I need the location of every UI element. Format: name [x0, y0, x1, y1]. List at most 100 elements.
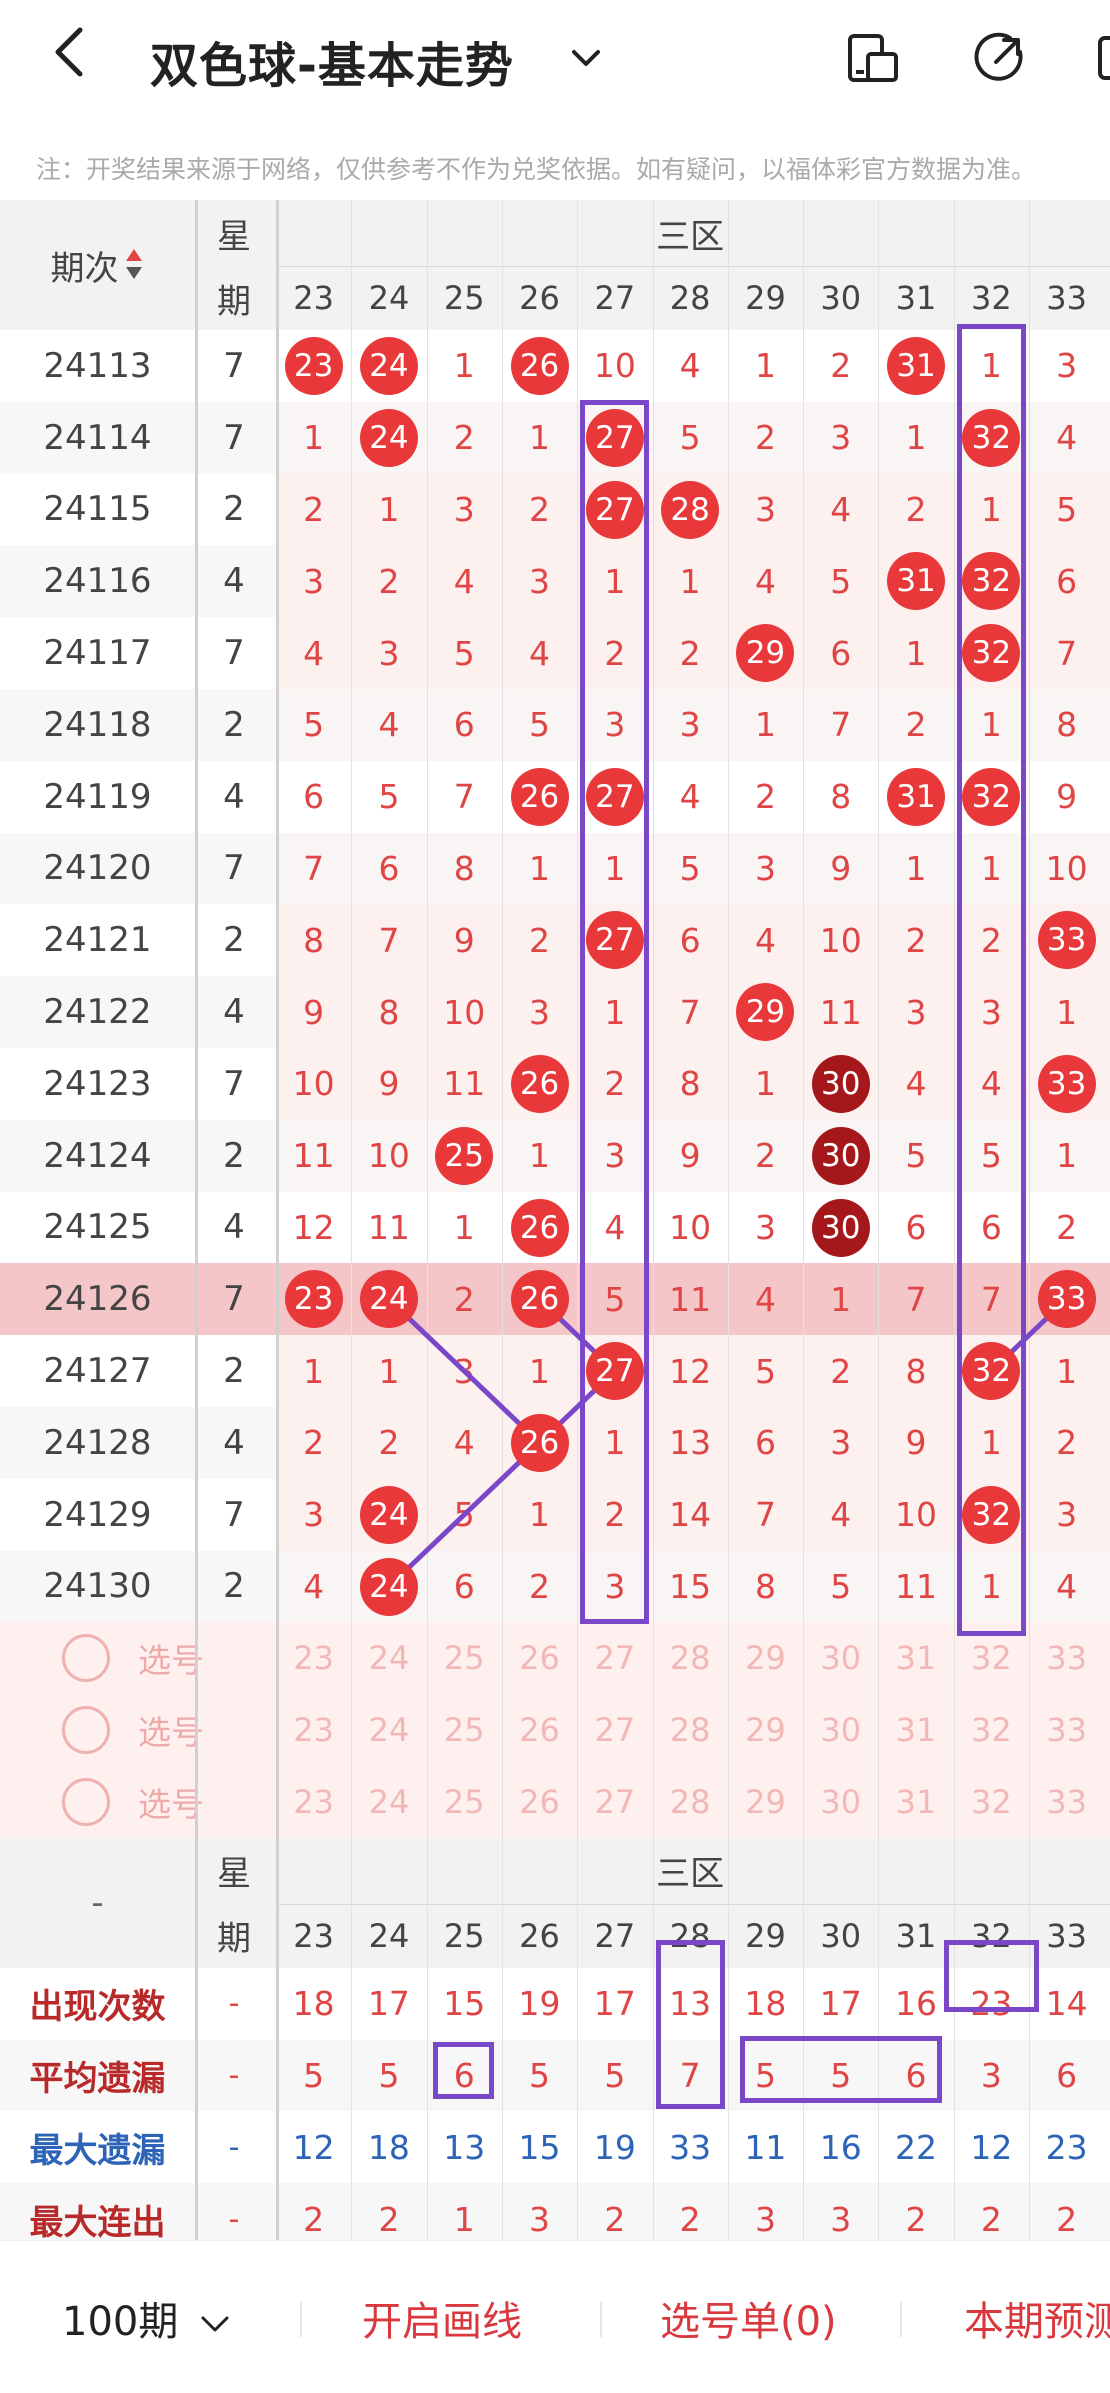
device-toggle-button[interactable]	[844, 30, 902, 88]
miss-count-cell: 1	[529, 1136, 551, 1176]
select-label[interactable]: 选号	[116, 1622, 226, 1694]
period-header-label: 期次	[50, 248, 119, 289]
miss-count-cell: 5	[905, 1136, 927, 1176]
period-cell: 24123	[43, 1063, 152, 1104]
miss-count-cell: 10	[895, 1495, 938, 1535]
miss-count-cell: 10	[443, 992, 486, 1032]
select-number[interactable]: 27	[577, 1766, 652, 1838]
weekday-cell: 4	[223, 992, 245, 1033]
select-number[interactable]: 31	[878, 1766, 953, 1838]
select-number[interactable]: 25	[427, 1766, 502, 1838]
page-title[interactable]: 双色球-基本走势	[150, 26, 514, 96]
miss-count-cell: 12	[292, 1207, 335, 1247]
miss-count-cell: 2	[905, 705, 927, 745]
select-number[interactable]: 28	[653, 1622, 728, 1694]
period-selector[interactable]: 100期	[62, 2289, 233, 2347]
select-number[interactable]: 26	[502, 1694, 577, 1766]
period-header[interactable]: 期次	[0, 200, 195, 330]
forecast-button[interactable]: 本期预测	[964, 2289, 1110, 2347]
select-number[interactable]: 28	[653, 1694, 728, 1766]
miss-count-cell: 8	[679, 1064, 701, 1104]
miss-count-cell: 8	[830, 777, 852, 817]
miss-count-cell: 10	[593, 346, 636, 386]
annotation-box	[432, 2041, 494, 2100]
stats-cell: 18	[744, 1984, 787, 2024]
miss-count-cell: 3	[830, 1423, 852, 1463]
miss-count-cell: 7	[754, 1495, 776, 1535]
select-number[interactable]: 26	[502, 1766, 577, 1838]
stats-cell: 2	[604, 2199, 626, 2239]
select-number[interactable]: 29	[728, 1622, 803, 1694]
select-number[interactable]: 33	[1029, 1622, 1104, 1694]
back-button[interactable]	[50, 22, 110, 92]
stats-cell: 13	[443, 2127, 486, 2167]
select-number[interactable]: 23	[276, 1766, 351, 1838]
miss-count-cell: 14	[669, 1495, 712, 1535]
select-number[interactable]: 29	[728, 1766, 803, 1838]
select-number[interactable]: 29	[728, 1694, 803, 1766]
select-label[interactable]: 选号	[116, 1766, 226, 1838]
select-number[interactable]: 30	[803, 1694, 878, 1766]
miss-count-cell: 4	[754, 920, 776, 960]
miss-count-cell: 4	[679, 346, 701, 386]
select-number[interactable]: 24	[351, 1694, 426, 1766]
title-dropdown-button[interactable]	[566, 38, 606, 78]
column-header: 24	[368, 279, 410, 317]
select-radio[interactable]	[62, 1634, 110, 1683]
select-number[interactable]: 33	[1029, 1694, 1104, 1766]
miss-count-cell: 5	[378, 777, 400, 817]
select-number[interactable]: 26	[502, 1622, 577, 1694]
miss-count-cell: 3	[529, 992, 551, 1032]
drawn-ball: 32	[962, 408, 1021, 467]
miss-count-cell: 2	[905, 920, 927, 960]
select-number[interactable]: 24	[351, 1766, 426, 1838]
period-cell: 24115	[43, 489, 152, 530]
miss-count-cell: 2	[453, 1279, 475, 1319]
pick-list-button[interactable]: 选号单(0)	[660, 2289, 837, 2347]
select-number[interactable]: 33	[1029, 1766, 1104, 1838]
select-number[interactable]: 24	[351, 1622, 426, 1694]
select-number[interactable]: 32	[954, 1694, 1029, 1766]
zone-label: 三区	[656, 1854, 725, 1895]
select-number[interactable]: 27	[577, 1622, 652, 1694]
miss-count-cell: 1	[378, 489, 400, 529]
select-number[interactable]: 31	[878, 1694, 953, 1766]
more-button[interactable]	[1096, 30, 1110, 88]
select-radio[interactable]	[62, 1777, 110, 1826]
draw-line-button[interactable]: 开启画线	[362, 2289, 522, 2347]
select-number[interactable]: 25	[427, 1694, 502, 1766]
weekday-cell: 2	[223, 1135, 245, 1176]
miss-count-cell: 2	[754, 418, 776, 458]
miss-count-cell: 4	[1056, 1566, 1078, 1606]
drawn-ball: 24	[359, 408, 418, 467]
stats-weekday-cell: -	[228, 2057, 240, 2093]
column-header: 31	[895, 1916, 937, 1955]
miss-count-cell: 8	[303, 920, 325, 960]
miss-count-cell: 11	[292, 1136, 335, 1176]
miss-count-cell: 1	[754, 1064, 776, 1104]
drawn-ball: 33	[1037, 1054, 1096, 1113]
stats-cell: 14	[1045, 1984, 1088, 2024]
select-number[interactable]: 30	[803, 1766, 878, 1838]
stats-label: 平均遗漏	[29, 2058, 166, 2099]
weekday-cell: 4	[223, 561, 245, 602]
bottom-toolbar: 100期 开启画线 选号单(0) 本期预测	[0, 2240, 1110, 2393]
select-radio[interactable]	[62, 1706, 110, 1755]
miss-count-cell: 1	[378, 1351, 400, 1391]
select-number[interactable]: 23	[276, 1622, 351, 1694]
app-header: 双色球-基本走势	[0, 0, 1110, 120]
miss-count-cell: 1	[1056, 992, 1078, 1032]
select-number[interactable]: 30	[803, 1622, 878, 1694]
select-number[interactable]: 31	[878, 1622, 953, 1694]
select-number[interactable]: 27	[577, 1694, 652, 1766]
select-number[interactable]: 25	[427, 1622, 502, 1694]
share-button[interactable]	[970, 30, 1028, 88]
select-number[interactable]: 23	[276, 1694, 351, 1766]
miss-count-cell: 2	[830, 1351, 852, 1391]
miss-count-cell: 1	[679, 561, 701, 601]
select-number[interactable]: 32	[954, 1766, 1029, 1838]
select-number[interactable]: 28	[653, 1766, 728, 1838]
stats-cell: 18	[367, 2127, 410, 2167]
select-label[interactable]: 选号	[116, 1694, 226, 1766]
miss-count-cell: 5	[453, 1495, 475, 1535]
